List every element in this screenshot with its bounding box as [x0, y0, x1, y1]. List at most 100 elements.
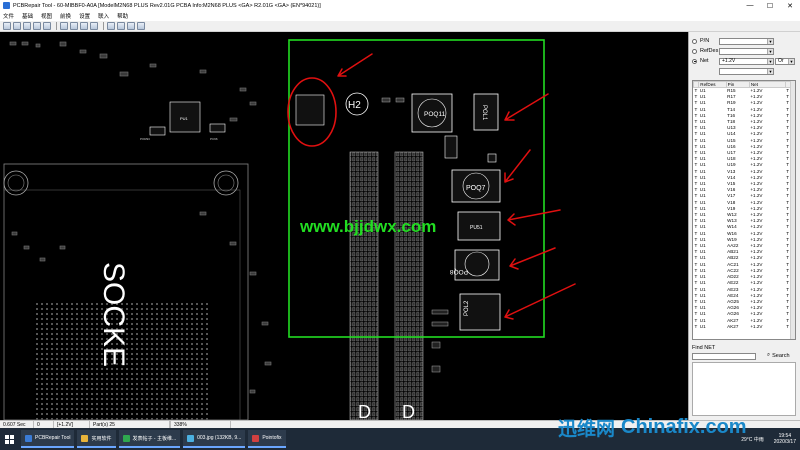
- toolbar-divider: [56, 22, 57, 30]
- pn-combo[interactable]: ▼: [719, 38, 774, 45]
- zoom-box-icon[interactable]: [90, 22, 98, 30]
- menu-file[interactable]: 文件: [3, 12, 14, 20]
- find-net-input[interactable]: [692, 353, 756, 360]
- table-row[interactable]: T U1 AK27 +1.2V T: [694, 324, 791, 330]
- pol2-label: POL2: [464, 300, 470, 316]
- chevron-down-icon[interactable]: ▼: [767, 69, 773, 74]
- extra-combo[interactable]: ▼: [719, 68, 774, 75]
- app-icon: [25, 434, 32, 442]
- slot-label: D: [402, 402, 415, 420]
- toolbar-divider: [103, 22, 104, 30]
- list-scrollbar[interactable]: [790, 81, 795, 339]
- title-bar[interactable]: PCBRepair Tool - 60-MIBBF0-A0A [ModelM2N…: [0, 0, 800, 11]
- windows-start-icon[interactable]: [0, 428, 18, 450]
- mount-hole: [213, 170, 239, 196]
- layer-icon[interactable]: [33, 22, 41, 30]
- small-part: [431, 365, 441, 373]
- mount-hole: [217, 174, 235, 192]
- table-row[interactable]: T U1 R15 +1.2V T: [694, 88, 791, 95]
- top-side-icon[interactable]: [107, 22, 115, 30]
- print-icon[interactable]: [23, 22, 31, 30]
- system-tray: 29°C 中雨 19:54 2020/3/17: [741, 428, 796, 450]
- small-part: [149, 126, 166, 136]
- pu-small-label: PU51: [470, 225, 483, 231]
- menu-basic[interactable]: 基础: [22, 12, 33, 20]
- search-icon: ⌕: [767, 352, 771, 358]
- table-cell: +1.2V: [750, 323, 763, 329]
- small-part: [444, 135, 458, 159]
- flip-icon[interactable]: [43, 22, 51, 30]
- rotate-icon[interactable]: [127, 22, 135, 30]
- pol1-label: POL1: [481, 105, 487, 121]
- small-part-label: POR93: [140, 137, 150, 141]
- small-part: [395, 97, 405, 103]
- or-combo[interactable]: Or ▼: [775, 58, 795, 65]
- browser-icon: [122, 434, 130, 442]
- chevron-down-icon[interactable]: ▼: [767, 39, 773, 44]
- menu-help[interactable]: 帮助: [117, 12, 128, 20]
- menu-bar: 文件 基础 视图 前换 设置 联入 帮助: [0, 11, 800, 21]
- net-list[interactable]: RefDes Pin Net T U1 R15 +1.2V T T U1 R17 +1.2V T T…: [692, 80, 796, 340]
- maximize-button[interactable]: ☐: [760, 0, 780, 11]
- pcb-canvas[interactable]: PU1 POR93 PC96 SOCKE D D H2 POQ11 POL1 P…: [0, 32, 688, 420]
- chevron-down-icon[interactable]: ▼: [767, 59, 773, 64]
- table-cell: AK27: [727, 323, 739, 329]
- search-button[interactable]: ⌕ Search: [767, 352, 790, 359]
- small-part-label: PC96: [210, 137, 218, 141]
- open-icon[interactable]: [3, 22, 11, 30]
- find-results[interactable]: [692, 362, 796, 416]
- net-option[interactable]: Net: [692, 58, 709, 64]
- task-pcbrepair[interactable]: PCBRepair Tool: [21, 430, 75, 448]
- clock[interactable]: 19:54 2020/3/17: [774, 433, 796, 445]
- net-panel: P/N ▼ RefDes ▼ Net +1.2V ▼ Or ▼ ▼ RefDes P…: [688, 32, 800, 420]
- taskbar: PCBRepair Tool 实用软件 发表帖子 - 主板维... 003.jp…: [0, 428, 800, 450]
- dimm-slot-1[interactable]: [349, 151, 379, 420]
- minimize-button[interactable]: —: [740, 0, 760, 11]
- table-cell: U1: [699, 88, 706, 93]
- poq8-label: POQ8: [450, 268, 468, 275]
- net-combo[interactable]: +1.2V ▼: [719, 58, 774, 65]
- dimm-slot-2[interactable]: [394, 151, 424, 420]
- circled-part[interactable]: [295, 94, 325, 126]
- pn-radio[interactable]: [692, 38, 697, 44]
- mount-hole: [7, 174, 25, 192]
- net-radio[interactable]: [692, 58, 697, 64]
- refdes-option[interactable]: RefDes: [692, 48, 718, 54]
- refdes-radio[interactable]: [692, 48, 697, 54]
- chevron-down-icon[interactable]: ▼: [788, 59, 794, 64]
- measure-icon[interactable]: [137, 22, 145, 30]
- zoom-fit-icon[interactable]: [80, 22, 88, 30]
- small-part: [431, 309, 449, 315]
- task-folder[interactable]: 实用软件: [77, 430, 116, 448]
- task-browser[interactable]: 发表帖子 - 主板维...: [118, 430, 181, 448]
- menu-connect[interactable]: 联入: [98, 12, 109, 20]
- task-image-viewer[interactable]: 003.jpg (132KB, 9...: [183, 430, 246, 448]
- small-part: [487, 153, 497, 163]
- pen-icon: [252, 434, 260, 442]
- net-label: Net: [700, 58, 709, 64]
- pn-option[interactable]: P/N: [692, 38, 709, 44]
- zoom-out-icon[interactable]: [70, 22, 78, 30]
- save-icon[interactable]: [13, 22, 21, 30]
- poq11-label: POQ11: [424, 111, 446, 118]
- small-part: [209, 123, 226, 133]
- net-table: RefDes Pin Net T U1 R15 +1.2V T T U1 R17 +1.2V T T…: [693, 81, 792, 330]
- close-button[interactable]: ✕: [780, 0, 800, 11]
- menu-view[interactable]: 视图: [41, 12, 52, 20]
- refdes-combo[interactable]: ▼: [719, 48, 774, 55]
- menu-switch[interactable]: 前换: [60, 12, 71, 20]
- table-cell: +1.2V: [750, 88, 763, 93]
- weather[interactable]: 29°C 中雨: [741, 436, 764, 443]
- app-icon: [3, 2, 10, 9]
- pcb-drawing: PU1 POR93 PC96 SOCKE D D H2 POQ11 POL1 P…: [3, 39, 576, 420]
- image-icon: [187, 434, 195, 442]
- menu-settings[interactable]: 设置: [79, 12, 90, 20]
- zoom-in-icon[interactable]: [60, 22, 68, 30]
- app-window: PCBRepair Tool - 60-MIBBF0-A0A [ModelM2N…: [0, 0, 800, 429]
- task-pointofix[interactable]: Pointofix: [248, 430, 286, 448]
- folder-icon: [81, 434, 89, 442]
- chevron-down-icon[interactable]: ▼: [767, 49, 773, 54]
- small-part: [431, 321, 449, 327]
- bottom-side-icon[interactable]: [117, 22, 125, 30]
- pn-label: P/N: [700, 38, 710, 44]
